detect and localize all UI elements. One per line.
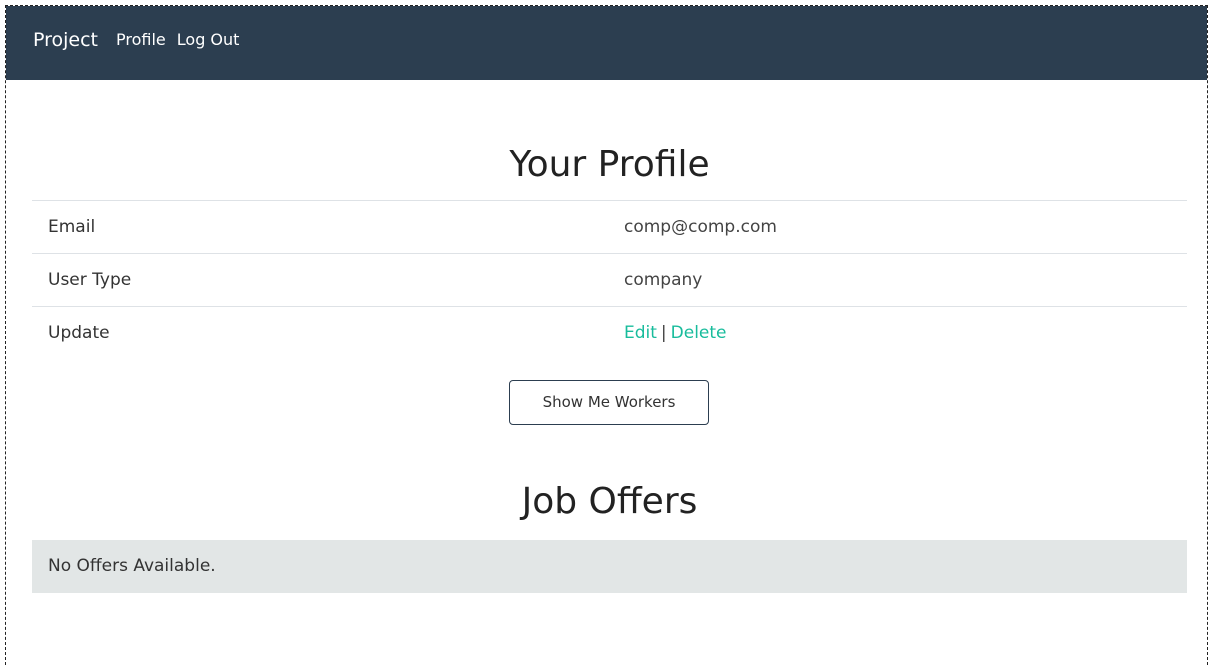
profile-table: Email comp@comp.com User Type company Up… xyxy=(32,200,1187,360)
email-label: Email xyxy=(32,200,608,254)
update-actions: Edit | Delete xyxy=(608,306,1187,360)
navbar: Project Profile Log Out xyxy=(6,6,1207,80)
update-label: Update xyxy=(32,306,608,360)
table-row: Email comp@comp.com xyxy=(32,200,1187,254)
nav-link-logout[interactable]: Log Out xyxy=(177,28,240,52)
user-type-label: User Type xyxy=(32,253,608,307)
action-separator: | xyxy=(660,323,667,344)
table-row: User Type company xyxy=(32,253,1187,307)
email-value: comp@comp.com xyxy=(608,200,1187,254)
show-workers-button[interactable]: Show Me Workers xyxy=(509,380,709,425)
profile-title: Your Profile xyxy=(509,144,710,185)
edit-link[interactable]: Edit xyxy=(624,323,657,343)
no-offers-message: No Offers Available. xyxy=(32,540,1187,593)
nav-link-profile[interactable]: Profile xyxy=(116,28,166,52)
job-offers-title: Job Offers xyxy=(521,481,698,522)
brand-link[interactable]: Project xyxy=(33,28,98,52)
user-type-value: company xyxy=(608,253,1187,307)
table-row: Update Edit | Delete xyxy=(32,306,1187,360)
delete-link[interactable]: Delete xyxy=(671,323,727,343)
